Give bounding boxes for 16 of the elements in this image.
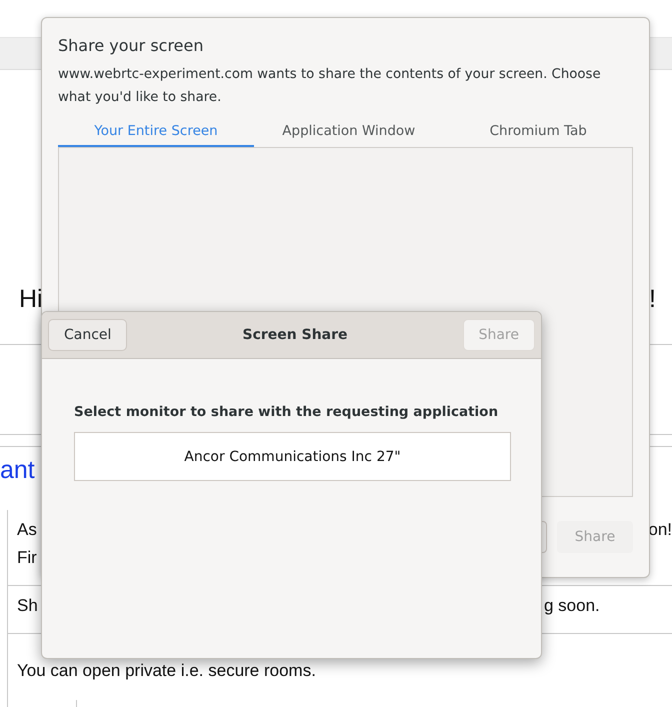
table-cell-text: g soon. — [544, 596, 600, 616]
dialog-title: Share your screen — [58, 36, 205, 55]
table-cell-text: You can open private i.e. secure rooms. — [17, 661, 316, 681]
dialog-title: Screen Share — [242, 327, 348, 343]
tab[interactable]: Application Window — [254, 119, 444, 147]
monitor-option[interactable]: Ancor Communications Inc 27" — [74, 432, 511, 481]
table-cell-text: As — [17, 520, 37, 540]
cancel-button[interactable]: Cancel — [48, 319, 128, 351]
page-heading: Hi — [19, 285, 43, 314]
dialog-message: www.webrtc-experiment.com wants to share the contents of your screen. Choose what you'd like to share. — [58, 66, 602, 107]
tab[interactable]: Chromium Tab — [444, 119, 633, 147]
page-heading: ! — [649, 285, 656, 314]
table-cell-text: Sh — [17, 596, 38, 616]
table-cell-text: Fir — [17, 548, 37, 568]
page-link[interactable]: ant — [0, 456, 35, 485]
prompt-label: Select monitor to share with the requesting application — [74, 404, 500, 420]
